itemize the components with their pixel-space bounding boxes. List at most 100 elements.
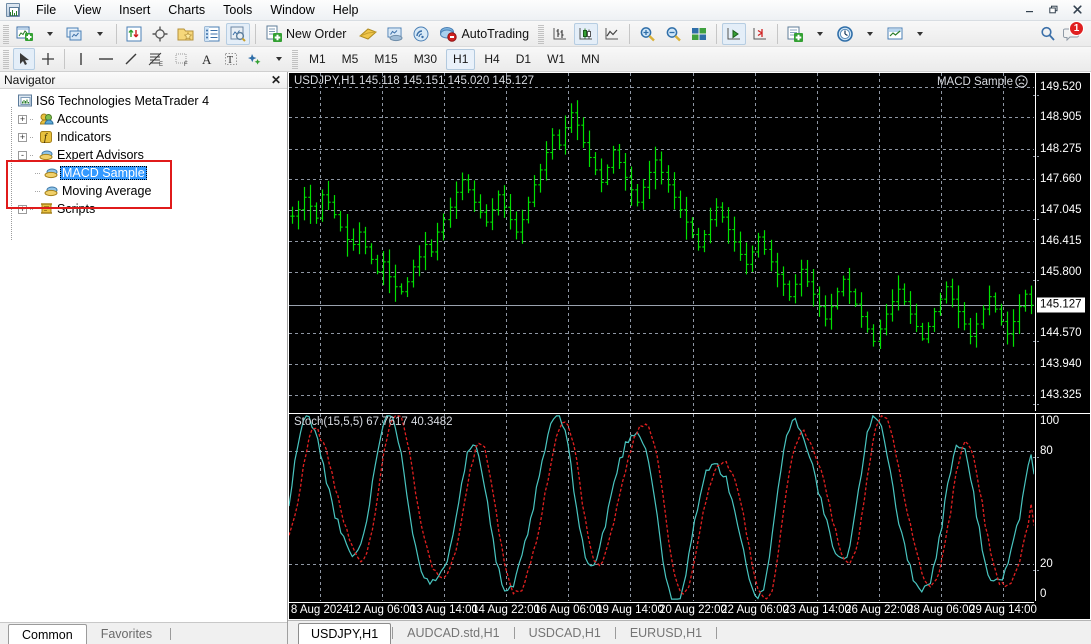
- profiles-dropdown[interactable]: [89, 23, 111, 45]
- price-axis-label: 145.800: [1040, 266, 1082, 278]
- timeframe-h1[interactable]: H1: [446, 48, 476, 70]
- navigator-close-button[interactable]: ✕: [269, 73, 283, 87]
- zoom-out-icon[interactable]: [661, 23, 685, 45]
- search-icon[interactable]: [1036, 23, 1060, 45]
- tree-item-indicators[interactable]: + ·· f Indicators: [0, 128, 287, 146]
- timeframe-m15[interactable]: M15: [367, 49, 404, 70]
- tree-item-scripts[interactable]: + ·· Scripts: [0, 200, 287, 218]
- timeframe-mn[interactable]: MN: [574, 49, 607, 70]
- equidistant-channel-icon[interactable]: F: [170, 48, 194, 70]
- new-chart-dropdown[interactable]: [39, 23, 61, 45]
- text-label-icon[interactable]: T: [220, 48, 242, 70]
- minimize-button[interactable]: [1017, 1, 1041, 18]
- crosshair-icon[interactable]: [37, 48, 59, 70]
- menu-charts[interactable]: Charts: [159, 0, 214, 21]
- chart-tab-audcad[interactable]: AUDCAD.std,H1: [394, 622, 512, 644]
- axis-tick: [1033, 569, 1039, 571]
- chart-shift-icon[interactable]: [748, 23, 772, 45]
- price-bars: [290, 100, 1034, 349]
- menu-insert[interactable]: Insert: [110, 0, 159, 21]
- auto-scroll-icon[interactable]: [722, 22, 747, 45]
- tree-item-accounts[interactable]: + ·· Accounts: [0, 110, 287, 128]
- timeframe-m5[interactable]: M5: [335, 49, 366, 70]
- chart-tab-usdcad[interactable]: USDCAD,H1: [516, 622, 614, 644]
- tile-windows-icon[interactable]: [687, 23, 711, 45]
- tree-item-macd-sample[interactable]: ··· MACD Sample: [0, 164, 287, 182]
- chart-window[interactable]: USDJPY,H1 145.118 145.151 145.020 145.12…: [288, 72, 1091, 620]
- price-axis-label: 149.520: [1033, 81, 1082, 96]
- strategy-tester-icon[interactable]: [226, 22, 250, 45]
- expander-expert-advisors[interactable]: -: [18, 150, 27, 160]
- line-chart-icon[interactable]: [600, 23, 624, 45]
- stochastic-pane[interactable]: Stoch(15,5,5) 67.7617 40.3482 100 80 20 0: [289, 413, 1090, 601]
- navigator-tab-common[interactable]: Common: [8, 624, 87, 644]
- periods-clock-icon[interactable]: [833, 23, 857, 45]
- tree-item-expert-advisors[interactable]: - ·· Expert Advisors: [0, 146, 287, 164]
- chart-tab-eurusd[interactable]: EURUSD,H1: [617, 622, 715, 644]
- price-plot-area[interactable]: [289, 73, 1034, 411]
- restore-button[interactable]: [1041, 1, 1065, 18]
- shapes-dropdown[interactable]: [268, 48, 290, 70]
- menu-view[interactable]: View: [65, 0, 110, 21]
- close-button[interactable]: [1065, 1, 1089, 18]
- new-chart-button[interactable]: [13, 23, 37, 45]
- timeframe-w1[interactable]: W1: [540, 49, 572, 70]
- toolbar-grip-2[interactable]: [538, 23, 545, 44]
- expander-accounts[interactable]: +: [18, 114, 27, 124]
- time-axis-label: 16 Aug 06:00: [534, 604, 602, 616]
- time-axis[interactable]: 8 Aug 2024 12 Aug 06:00 13 Aug 14:00 14 Aug…: [289, 602, 1037, 619]
- candlestick-chart-icon[interactable]: [574, 22, 599, 45]
- stochastic-axis-label: 20: [1033, 558, 1053, 571]
- menu-tools[interactable]: Tools: [214, 0, 261, 21]
- shapes-icon[interactable]: [244, 48, 266, 70]
- stochastic-axis[interactable]: 100 80 20 0: [1033, 414, 1090, 601]
- main-toolbar: New Order AutoTrading 1: [0, 20, 1091, 47]
- menu-file[interactable]: File: [27, 0, 65, 21]
- expert-advisors-icon[interactable]: [383, 23, 407, 45]
- cursor-arrow-icon[interactable]: [13, 48, 35, 70]
- menu-window[interactable]: Window: [261, 0, 323, 21]
- notification-balloon-icon[interactable]: 1: [1061, 20, 1084, 45]
- fibonacci-icon[interactable]: E: [144, 48, 168, 70]
- timeframe-d1[interactable]: D1: [509, 49, 538, 70]
- price-pane[interactable]: USDJPY,H1 145.118 145.151 145.020 145.12…: [289, 73, 1090, 411]
- expander-scripts[interactable]: +: [18, 204, 27, 214]
- svg-text:F: F: [184, 62, 188, 67]
- timeframe-m30[interactable]: M30: [407, 49, 444, 70]
- market-watch-icon[interactable]: [122, 23, 146, 45]
- navigator-tab-favorites[interactable]: Favorites: [87, 623, 166, 644]
- tree-connector: ···: [34, 186, 41, 196]
- timeframe-toolbar-grip[interactable]: [292, 49, 298, 69]
- tree-label-selected: MACD Sample: [60, 166, 147, 180]
- terminal-list-icon[interactable]: [200, 23, 224, 45]
- menu-help[interactable]: Help: [324, 0, 368, 21]
- crosshair-data-window-icon[interactable]: [148, 23, 172, 45]
- templates-dropdown[interactable]: [909, 23, 931, 45]
- tree-item-moving-average[interactable]: ··· Moving Average: [0, 182, 287, 200]
- metaeditor-icon[interactable]: [355, 23, 381, 45]
- expander-indicators[interactable]: +: [18, 132, 27, 142]
- profiles-button[interactable]: [63, 23, 87, 45]
- timeframe-h4[interactable]: H4: [477, 49, 506, 70]
- zoom-in-icon[interactable]: [635, 23, 659, 45]
- price-axis[interactable]: 149.520 148.905 148.275 147.660 147.045 146.4…: [1033, 73, 1090, 411]
- new-order-button[interactable]: New Order: [261, 23, 353, 45]
- stochastic-plot-area[interactable]: [289, 414, 1034, 601]
- navigator-folder-star-icon[interactable]: [174, 23, 198, 45]
- autotrading-button[interactable]: AutoTrading: [435, 23, 536, 45]
- indicators-dropdown[interactable]: [809, 23, 831, 45]
- line-toolbar-grip[interactable]: [3, 49, 9, 69]
- horizontal-line-icon[interactable]: [94, 48, 118, 70]
- bar-chart-icon[interactable]: [548, 23, 572, 45]
- toolbar-grip[interactable]: [3, 23, 9, 44]
- signals-icon[interactable]: [409, 23, 433, 45]
- text-icon[interactable]: A: [196, 48, 218, 70]
- trendline-icon[interactable]: [120, 48, 142, 70]
- indicators-icon[interactable]: [783, 23, 807, 45]
- tree-item-terminal-root[interactable]: IS6 Technologies MetaTrader 4: [0, 92, 287, 110]
- timeframe-m1[interactable]: M1: [302, 49, 333, 70]
- vertical-line-icon[interactable]: [70, 48, 92, 70]
- chart-tab-usdjpy[interactable]: USDJPY,H1: [298, 623, 392, 644]
- periods-dropdown[interactable]: [859, 23, 881, 45]
- templates-icon[interactable]: [883, 23, 907, 45]
